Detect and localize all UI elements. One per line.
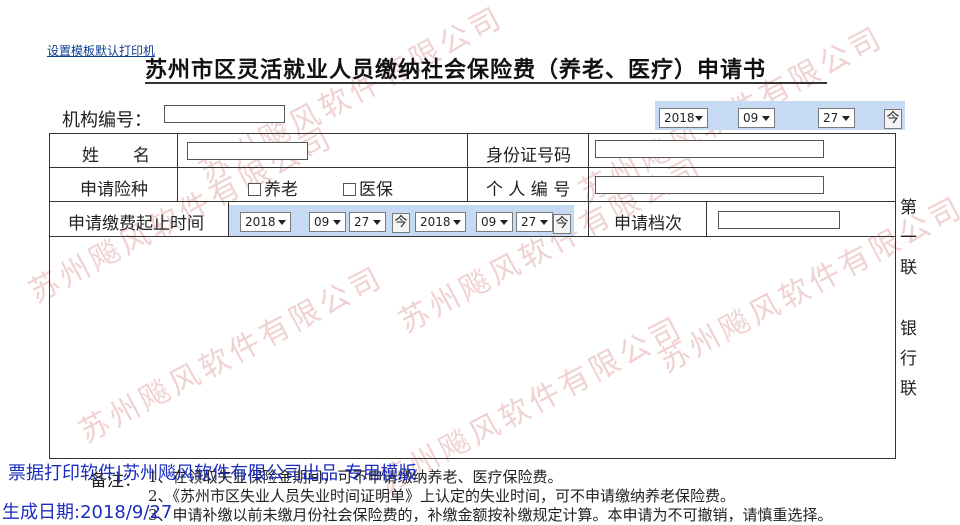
side-text: 联 [900, 258, 917, 278]
checkbox-box[interactable] [343, 183, 356, 196]
side-text: 第 [900, 198, 917, 218]
header-year-select[interactable]: 2018 [659, 108, 708, 128]
grid-col-line [588, 133, 589, 236]
end-today-button[interactable]: 今 [553, 214, 571, 234]
set-default-printer-link[interactable]: 设置模板默认打印机 [47, 42, 155, 59]
start-year-select[interactable]: 2018 [240, 212, 291, 232]
header-month-select[interactable]: 09 [738, 108, 775, 128]
medical-label: 医保 [359, 180, 393, 200]
grid-col-line [706, 201, 707, 236]
period-label: 申请缴费起止时间 [68, 214, 204, 234]
grid-row-line [49, 236, 896, 237]
note-line: 2、《苏州市区失业人员失业时间证明单》上认定的失业时间，可不申请缴纳养老保险费。 [148, 487, 736, 505]
insurance-type-label: 申请险种 [80, 180, 148, 200]
header-today-button[interactable]: 今 [884, 109, 902, 129]
name-input[interactable] [187, 142, 308, 160]
end-day-select[interactable]: 27 [516, 212, 553, 232]
personal-number-input[interactable] [595, 176, 824, 194]
org-number-label: 机构编号： [62, 110, 152, 131]
personal-number-label: 个 人 编 号 [486, 180, 571, 200]
title-underline [145, 82, 827, 84]
generated-date: 生成日期:2018/9/27 [2, 502, 173, 523]
end-month-select[interactable]: 09 [476, 212, 513, 232]
grid-col-line [467, 133, 468, 202]
pension-label: 养老 [264, 180, 298, 200]
grid-col-line [177, 133, 178, 202]
name-label: 姓 名 [82, 146, 150, 166]
start-today-button[interactable]: 今 [392, 213, 410, 233]
software-banner: 票据打印软件|苏州飚风软件有限公司出品-专用模版 [8, 463, 417, 484]
start-day-select[interactable]: 27 [349, 212, 386, 232]
header-day-select[interactable]: 27 [818, 108, 855, 128]
level-label: 申请档次 [614, 214, 682, 234]
idcard-label: 身份证号码 [486, 146, 571, 166]
end-year-select[interactable]: 2018 [415, 212, 466, 232]
idcard-input[interactable] [595, 140, 824, 158]
side-text: 行 [900, 349, 917, 369]
org-number-input[interactable] [164, 105, 285, 123]
pension-checkbox[interactable]: 养老 [248, 175, 298, 200]
side-text: 联 [900, 379, 917, 399]
medical-checkbox[interactable]: 医保 [343, 175, 393, 200]
side-text: 一 [900, 228, 917, 248]
checkbox-box[interactable] [248, 183, 261, 196]
side-text: 银 [900, 319, 917, 339]
note-line: 3、申请补缴以前未缴月份社会保险费的，补缴金额按补缴规定计算。本申请为不可撤销，… [148, 506, 833, 524]
start-month-select[interactable]: 09 [309, 212, 346, 232]
level-input[interactable] [718, 211, 840, 229]
page-title: 苏州市区灵活就业人员缴纳社会保险费（养老、医疗）申请书 [145, 57, 767, 83]
